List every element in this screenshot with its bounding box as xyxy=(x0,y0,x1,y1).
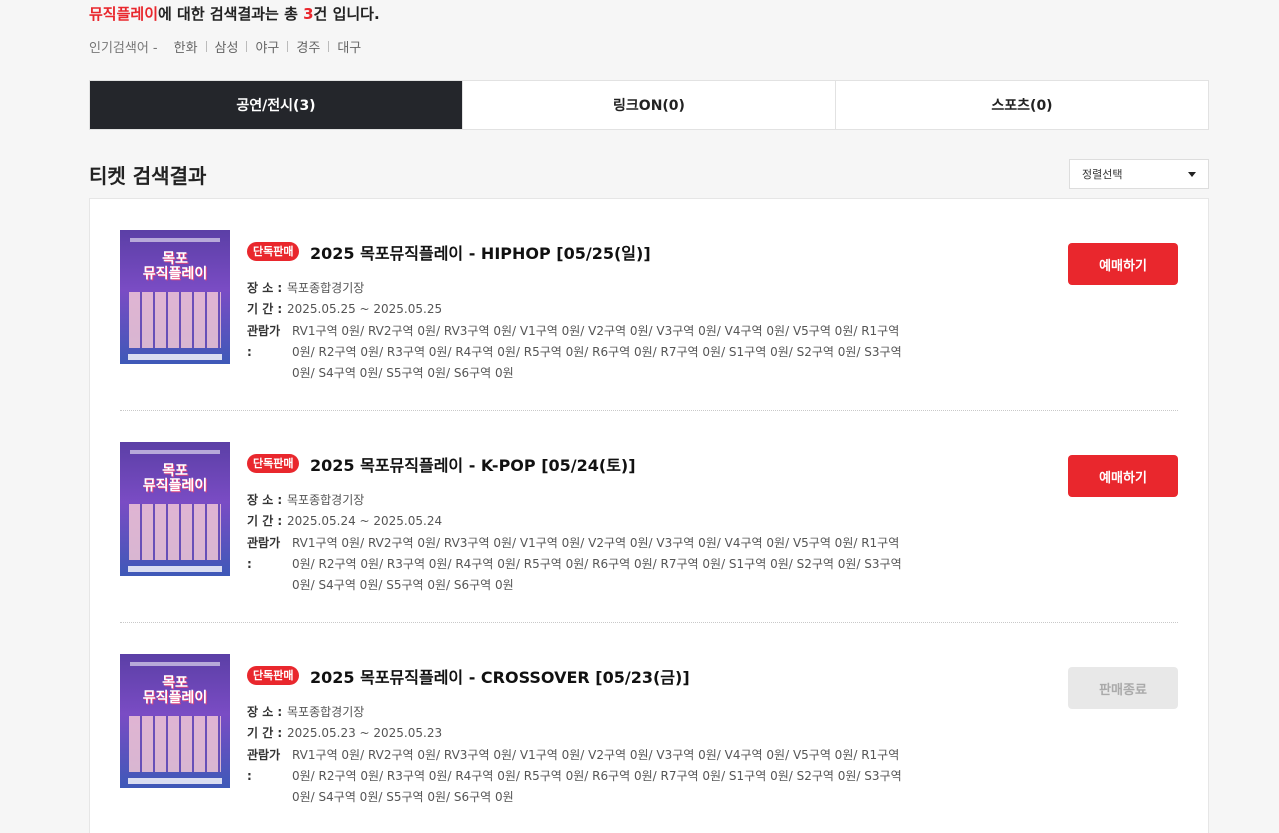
event-price: 관람가 : RV1구역 0원/ RV2구역 0원/ RV3구역 0원/ V1구역 … xyxy=(247,748,902,804)
search-keyword: 뮤직플레이 xyxy=(89,5,159,23)
sort-select-label: 정렬선택 xyxy=(1082,168,1123,181)
sale-ended-button[interactable]: 판매종료 xyxy=(1068,667,1178,709)
ticket-result-list: 목포 뮤직플레이 단독판매 2025 목포뮤직플레이 - HIPHOP [05/2… xyxy=(89,198,1209,833)
poster-footer xyxy=(128,566,222,572)
result-summary-mid: 에 대한 검색결과는 총 xyxy=(158,5,304,23)
list-item: 목포 뮤직플레이 단독판매 2025 목포뮤직플레이 - CROSSOVER [0… xyxy=(120,623,1178,833)
event-price: 관람가 : RV1구역 0원/ RV2구역 0원/ RV3구역 0원/ V1구역 … xyxy=(247,536,902,592)
event-title[interactable]: 2025 목포뮤직플레이 - K-POP [05/24(토)] xyxy=(310,452,636,476)
poster-title: 목포 뮤직플레이 xyxy=(142,675,208,706)
poster-title: 목포 뮤직플레이 xyxy=(142,463,208,494)
event-place: 장 소 : 목포종합경기장 xyxy=(247,281,365,295)
result-summary: 뮤직플레이에 대한 검색결과는 총 3건 입니다. xyxy=(89,3,380,24)
section-title: 티켓 검색결과 xyxy=(89,164,207,188)
event-period: 기 간 :2025.05.24 ~ 2025.05.24 xyxy=(247,514,443,528)
list-item: 목포 뮤직플레이 단독판매 2025 목포뮤직플레이 - K-POP [05/24… xyxy=(120,411,1178,623)
event-poster[interactable]: 목포 뮤직플레이 xyxy=(120,442,230,576)
popular-keywords: 인기검색어 - 한화 삼성 야구 경주 대구 xyxy=(89,37,369,56)
chevron-down-icon xyxy=(1188,171,1196,177)
result-count: 3 xyxy=(303,5,314,23)
poster-title: 목포 뮤직플레이 xyxy=(142,251,208,282)
poster-footer xyxy=(128,778,222,784)
event-title[interactable]: 2025 목포뮤직플레이 - CROSSOVER [05/23(금)] xyxy=(310,664,690,688)
event-period: 기 간 :2025.05.23 ~ 2025.05.23 xyxy=(247,726,443,740)
list-item: 목포 뮤직플레이 단독판매 2025 목포뮤직플레이 - HIPHOP [05/2… xyxy=(120,199,1178,411)
event-title[interactable]: 2025 목포뮤직플레이 - HIPHOP [05/25(일)] xyxy=(310,240,651,264)
reserve-button[interactable]: 예매하기 xyxy=(1068,243,1178,285)
popular-keyword-link[interactable]: 경주 xyxy=(288,37,328,56)
tab-sports[interactable]: 스포츠(0) xyxy=(835,81,1208,129)
exclusive-badge: 단독판매 xyxy=(247,666,300,685)
event-poster[interactable]: 목포 뮤직플레이 xyxy=(120,654,230,788)
popular-keywords-label: 인기검색어 - xyxy=(89,41,158,56)
event-period: 기 간 :2025.05.25 ~ 2025.05.25 xyxy=(247,302,443,316)
poster-artist-grid xyxy=(129,716,221,772)
poster-decoration xyxy=(130,450,220,454)
poster-footer xyxy=(128,354,222,360)
event-place: 장 소 : 목포종합경기장 xyxy=(247,705,365,719)
popular-keyword-link[interactable]: 삼성 xyxy=(207,37,247,56)
category-tabs: 공연/전시(3) 링크ON(0) 스포츠(0) xyxy=(89,80,1209,130)
poster-artist-grid xyxy=(129,504,221,560)
popular-keyword-link[interactable]: 야구 xyxy=(247,37,287,56)
reserve-button[interactable]: 예매하기 xyxy=(1068,455,1178,497)
sort-select[interactable]: 정렬선택 xyxy=(1069,159,1209,189)
event-price: 관람가 : RV1구역 0원/ RV2구역 0원/ RV3구역 0원/ V1구역 … xyxy=(247,324,902,380)
popular-keyword-link[interactable]: 한화 xyxy=(166,37,206,56)
tab-link-on[interactable]: 링크ON(0) xyxy=(462,81,835,129)
result-summary-tail: 건 입니다. xyxy=(313,5,380,23)
popular-keyword-link[interactable]: 대구 xyxy=(329,37,369,56)
poster-decoration xyxy=(130,238,220,242)
poster-decoration xyxy=(130,662,220,666)
exclusive-badge: 단독판매 xyxy=(247,242,300,261)
event-poster[interactable]: 목포 뮤직플레이 xyxy=(120,230,230,364)
tab-performance[interactable]: 공연/전시(3) xyxy=(90,81,462,129)
exclusive-badge: 단독판매 xyxy=(247,454,300,473)
poster-artist-grid xyxy=(129,292,221,348)
event-place: 장 소 : 목포종합경기장 xyxy=(247,493,365,507)
